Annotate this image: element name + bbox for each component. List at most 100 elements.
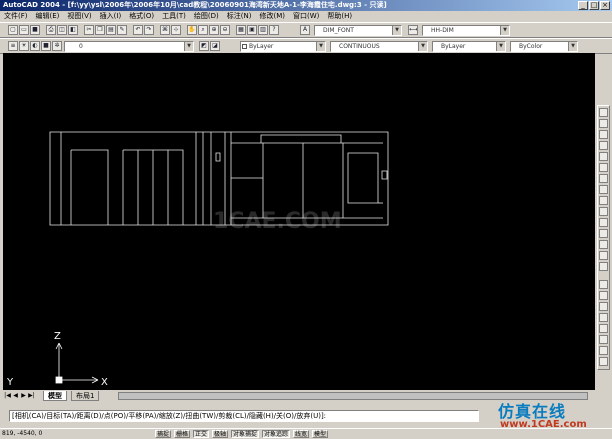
chevron-down-icon: ▼: [316, 42, 325, 51]
ortho-button[interactable]: 正交: [193, 430, 210, 438]
ucs-y-label: Y: [6, 377, 14, 388]
chevron-down-icon: ▼: [496, 42, 505, 51]
window-title: AutoCAD 2004 - [f:\yy\ysl\2006年\2006年10月…: [3, 1, 387, 9]
cylinder-icon[interactable]: [599, 357, 608, 366]
chamfer-icon[interactable]: [599, 240, 608, 249]
match-properties-icon[interactable]: ✎: [117, 25, 127, 35]
sphere-icon[interactable]: [599, 346, 608, 355]
view-front-icon[interactable]: [599, 291, 608, 300]
tool-palettes-icon[interactable]: ▥: [258, 25, 268, 35]
stretch-icon[interactable]: [599, 196, 608, 205]
array-icon[interactable]: [599, 152, 608, 161]
extend-icon[interactable]: [599, 218, 608, 227]
menu-file[interactable]: 文件(F): [0, 11, 32, 22]
text-style-select[interactable]: DIM_FONT ▼: [314, 25, 402, 36]
preview-icon[interactable]: ◫: [57, 25, 67, 35]
title-bar: AutoCAD 2004 - [f:\yy\ysl\2006年\2006年10月…: [0, 0, 612, 11]
text-style-icon[interactable]: A: [300, 25, 310, 35]
menu-window[interactable]: 窗口(W): [289, 11, 323, 22]
close-button[interactable]: ×: [600, 1, 610, 10]
erase-icon[interactable]: [599, 108, 608, 117]
tab-prev-icon[interactable]: ◀: [12, 392, 19, 400]
layer-color-icon[interactable]: ■: [41, 41, 51, 51]
undo-icon[interactable]: ↶: [133, 25, 143, 35]
open-file-icon[interactable]: ▭: [19, 25, 29, 35]
layer-select[interactable]: 0 ▼: [64, 41, 194, 52]
snap-button[interactable]: 捕捉: [155, 430, 172, 438]
dim-style-icon[interactable]: ⟷: [408, 25, 418, 35]
menu-insert[interactable]: 插入(I): [96, 11, 126, 22]
make-current-layer-icon[interactable]: ◩: [199, 41, 209, 51]
zoom-window-icon[interactable]: ⊕: [209, 25, 219, 35]
mirror-icon[interactable]: [599, 130, 608, 139]
menu-view[interactable]: 视图(V): [63, 11, 95, 22]
menu-tools[interactable]: 工具(T): [158, 11, 190, 22]
print-icon[interactable]: ⎙: [46, 25, 56, 35]
properties-icon[interactable]: ▦: [236, 25, 246, 35]
pan-icon[interactable]: ✋: [187, 25, 197, 35]
menu-dimension[interactable]: 标注(N): [223, 11, 256, 22]
menu-format[interactable]: 格式(O): [125, 11, 158, 22]
dim-style-select[interactable]: HH-DIM ▼: [422, 25, 510, 36]
model-button[interactable]: 模型: [312, 430, 329, 438]
drawing-canvas[interactable]: 1CAE.COM Z Y X: [3, 53, 595, 390]
help-icon[interactable]: ?: [269, 25, 279, 35]
tab-next-icon[interactable]: ▶: [20, 392, 27, 400]
layer-state-icon[interactable]: ☀: [19, 41, 29, 51]
otrack-button[interactable]: 对象追踪: [262, 430, 291, 438]
layer-manager-icon[interactable]: ≡: [8, 41, 18, 51]
tab-last-icon[interactable]: ▶|: [28, 392, 35, 400]
break-icon[interactable]: [599, 229, 608, 238]
copy-object-icon[interactable]: [599, 119, 608, 128]
view-iso-icon[interactable]: [599, 302, 608, 311]
minimize-button[interactable]: _: [578, 1, 588, 10]
layer-previous-icon[interactable]: ◪: [210, 41, 220, 51]
osnap-button[interactable]: 对象捕捉: [231, 430, 260, 438]
shade-icon[interactable]: [599, 313, 608, 322]
plotstyle-select[interactable]: ByColor ▼: [510, 41, 578, 52]
render-icon[interactable]: [599, 335, 608, 344]
zoom-realtime-icon[interactable]: ⌕: [198, 25, 208, 35]
cut-icon[interactable]: ✂: [84, 25, 94, 35]
ucs-x-label: X: [101, 377, 108, 388]
tracking-icon[interactable]: ⊹: [171, 25, 181, 35]
menu-help[interactable]: 帮助(H): [323, 11, 356, 22]
layer-freeze-icon[interactable]: ✲: [52, 41, 62, 51]
design-center-icon[interactable]: ▣: [247, 25, 257, 35]
menu-modify[interactable]: 修改(M): [255, 11, 289, 22]
rotate-icon[interactable]: [599, 174, 608, 183]
standard-toolbar: ▢ ▭ ■ ⎙ ◫ ◧ ✂ ❐ ▤ ✎ ↶ ↷ ⌘ ⊹ ✋ ⌕ ⊕ ⊖ ▦ ▣ …: [0, 22, 612, 38]
view-top-icon[interactable]: [599, 280, 608, 289]
menu-draw[interactable]: 绘图(D): [190, 11, 223, 22]
explode-icon[interactable]: [599, 262, 608, 271]
lineweight-select[interactable]: ByLayer ▼: [432, 41, 506, 52]
offset-icon[interactable]: [599, 141, 608, 150]
trim-icon[interactable]: [599, 207, 608, 216]
tab-first-icon[interactable]: |◀: [4, 392, 11, 400]
publish-icon[interactable]: ◧: [68, 25, 78, 35]
tab-model[interactable]: 模型: [43, 391, 67, 401]
tab-layout1[interactable]: 布局1: [71, 391, 100, 401]
color-select[interactable]: ByLayer ▼: [240, 41, 326, 52]
zoom-previous-icon[interactable]: ⊖: [220, 25, 230, 35]
lineweight-button[interactable]: 线宽: [293, 430, 310, 438]
save-icon[interactable]: ■: [30, 25, 40, 35]
paste-icon[interactable]: ▤: [106, 25, 116, 35]
grid-button[interactable]: 栅格: [174, 430, 191, 438]
polar-button[interactable]: 极轴: [212, 430, 229, 438]
orbit-icon[interactable]: [599, 324, 608, 333]
move-icon[interactable]: [599, 163, 608, 172]
layer-lock-icon[interactable]: ◐: [30, 41, 40, 51]
hyperlink-icon[interactable]: ⌘: [160, 25, 170, 35]
ucs-icon: [55, 342, 99, 384]
new-file-icon[interactable]: ▢: [8, 25, 18, 35]
fillet-icon[interactable]: [599, 251, 608, 260]
copy-icon[interactable]: ❐: [95, 25, 105, 35]
maximize-button[interactable]: □: [589, 1, 599, 10]
scale-icon[interactable]: [599, 185, 608, 194]
linetype-select[interactable]: CONTINUOUS ▼: [330, 41, 428, 52]
menu-edit[interactable]: 编辑(E): [32, 11, 64, 22]
command-line[interactable]: [相机(CA)/目标(TA)/距离(D)/点(PO)/平移(PA)/缩放(Z)/…: [9, 410, 479, 422]
redo-icon[interactable]: ↷: [144, 25, 154, 35]
menu-bar: 文件(F) 编辑(E) 视图(V) 插入(I) 格式(O) 工具(T) 绘图(D…: [0, 11, 612, 22]
